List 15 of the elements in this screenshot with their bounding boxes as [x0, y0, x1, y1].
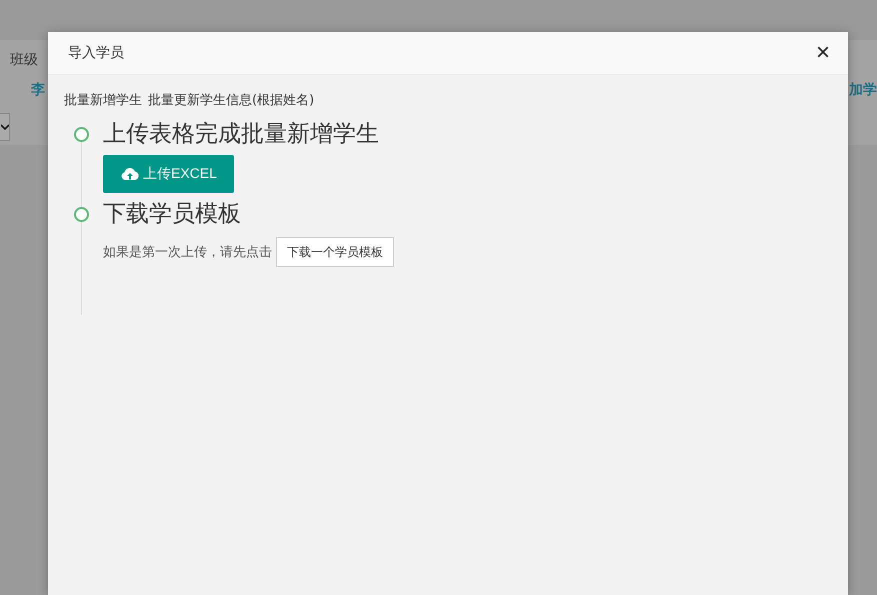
mode-link[interactable]: 批量新增学生 [64, 91, 142, 109]
cloud-upload-icon [121, 167, 139, 181]
hint-text: 如果是第一次上传，请先点击 [103, 244, 272, 261]
upload-button[interactable]: 上传EXCEL [103, 155, 234, 193]
download-template-button[interactable]: 下载一个学员模板 [276, 237, 394, 267]
close-button[interactable]: × [812, 41, 834, 65]
timeline-dot [74, 207, 89, 222]
step-title: 上传表格完成批量新增学生 [103, 121, 379, 147]
chevron-icon [1, 124, 9, 130]
dialog-title: 导入学员 [68, 44, 124, 62]
mode-link[interactable]: 批量更新学生信息(根据姓名) [148, 91, 314, 109]
step-title: 下载学员模板 [103, 201, 242, 227]
select-field[interactable] [0, 113, 10, 141]
page-title: 班级 [9, 51, 38, 68]
timeline-dot [74, 127, 89, 142]
